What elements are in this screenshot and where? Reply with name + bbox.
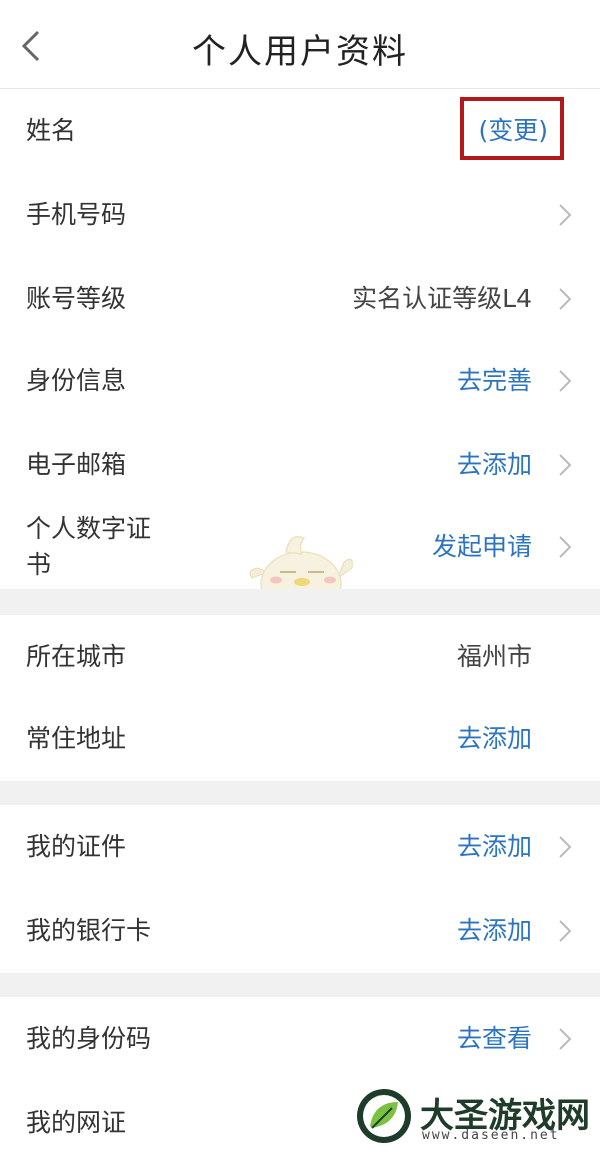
bank-cards-label: 我的银行卡 [26, 916, 152, 945]
chevron-right-icon [559, 1028, 572, 1050]
id-code-label: 我的身份码 [26, 1024, 152, 1053]
account-level-value: 实名认证等级L4 [352, 284, 532, 313]
section-divider [0, 781, 600, 805]
section-divider [0, 589, 600, 615]
row-email[interactable]: 电子邮箱 去添加 [0, 425, 600, 509]
certificate-label-line2: 书 [26, 550, 52, 579]
leaf-logo-icon [357, 1089, 411, 1143]
address-action[interactable]: 去添加 [457, 723, 532, 755]
bank-cards-action[interactable]: 去添加 [457, 915, 532, 947]
row-account-level[interactable]: 账号等级 实名认证等级L4 [0, 257, 600, 341]
page-title: 个人用户资料 [192, 32, 408, 72]
row-phone[interactable]: 手机号码 [0, 173, 600, 257]
id-code-action[interactable]: 去查看 [457, 1023, 532, 1055]
email-action[interactable]: 去添加 [457, 449, 532, 481]
chevron-right-icon [559, 370, 572, 392]
certificate-label-line1: 个人数字证 [26, 514, 152, 543]
row-identity[interactable]: 身份信息 去完善 [0, 341, 600, 425]
row-bank-cards[interactable]: 我的银行卡 去添加 [0, 889, 600, 973]
chevron-right-icon [559, 454, 572, 476]
highlight-box [460, 97, 564, 160]
chevron-right-icon [559, 204, 572, 226]
row-ids[interactable]: 我的证件 去添加 [0, 805, 600, 889]
email-label: 电子邮箱 [26, 450, 127, 479]
row-city[interactable]: 所在城市 福州市 [0, 615, 600, 699]
watermark-url: www.daseen.net [422, 1128, 560, 1143]
identity-label: 身份信息 [26, 366, 127, 395]
certificate-action[interactable]: 发起申请 [432, 531, 532, 563]
chevron-right-icon [559, 836, 572, 858]
account-level-label: 账号等级 [26, 284, 127, 313]
net-cert-label: 我的网证 [26, 1108, 127, 1137]
chevron-right-icon [559, 920, 572, 942]
identity-action[interactable]: 去完善 [457, 365, 532, 397]
watermark: 大圣游戏网 www.daseen.net [356, 1084, 600, 1151]
chevron-right-icon [559, 536, 572, 558]
address-label: 常住地址 [26, 724, 127, 753]
city-value: 福州市 [456, 642, 532, 671]
name-label: 姓名 [26, 116, 77, 145]
ids-action[interactable]: 去添加 [457, 831, 532, 863]
chevron-right-icon [559, 288, 572, 310]
row-id-code[interactable]: 我的身份码 去查看 [0, 997, 600, 1081]
city-label: 所在城市 [26, 642, 127, 671]
row-address[interactable]: 常住地址 去添加 [0, 699, 600, 781]
section-divider [0, 973, 600, 997]
header-bar: 个人用户资料 [0, 0, 600, 89]
ids-label: 我的证件 [26, 832, 127, 861]
phone-label: 手机号码 [26, 200, 127, 229]
